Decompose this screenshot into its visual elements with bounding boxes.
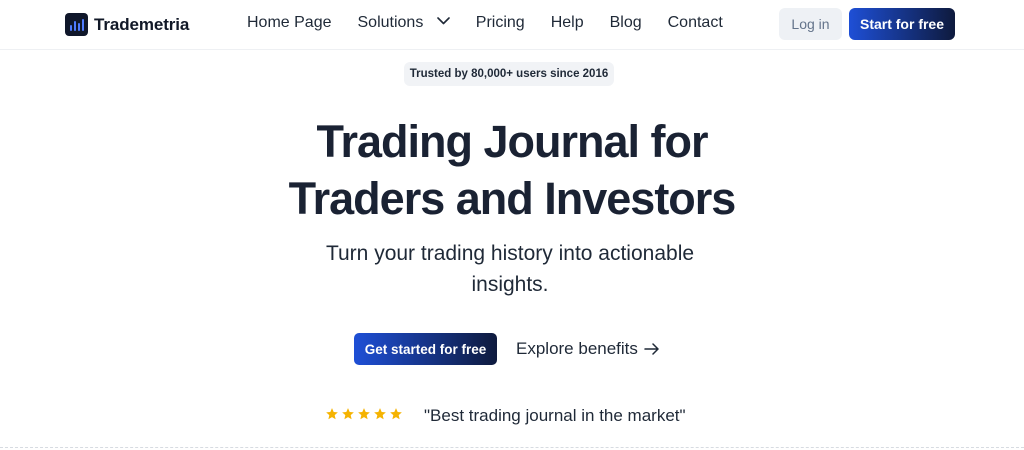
star-icon <box>326 408 338 420</box>
start-for-free-button[interactable]: Start for free <box>849 8 955 40</box>
hero-subheadline: Turn your trading history into actionabl… <box>325 242 695 296</box>
chevron-down-icon <box>436 17 450 25</box>
headline-line-2: Traders and Investors <box>288 173 737 224</box>
star-icon <box>342 408 354 420</box>
logo-text: Trademetria <box>94 14 190 34</box>
logo[interactable]: Trademetria <box>65 13 189 36</box>
testimonial-quote: "Best trading journal in the market" <box>424 406 686 425</box>
page: Trademetria Home Page Solutions Pricing … <box>0 0 1024 450</box>
trust-badge: Trusted by 80,000+ users since 2016 <box>404 62 614 86</box>
section-divider <box>0 447 1024 448</box>
login-button[interactable]: Log in <box>779 8 842 40</box>
nav-pricing[interactable]: Pricing <box>476 14 525 32</box>
nav-help[interactable]: Help <box>551 14 584 32</box>
explore-benefits-label: Explore benefits <box>516 339 638 358</box>
site-header: Trademetria Home Page Solutions Pricing … <box>0 0 1024 50</box>
headline-line-1: Trading Journal for <box>316 116 708 167</box>
nav-solutions-label: Solutions <box>357 14 424 31</box>
rating-stars <box>325 407 403 421</box>
star-icon <box>390 408 402 420</box>
get-started-button[interactable]: Get started for free <box>354 333 497 365</box>
nav-contact[interactable]: Contact <box>668 14 723 32</box>
hero-headline: Trading Journal for Traders and Investor… <box>0 113 1024 227</box>
main-nav: Home Page Solutions Pricing Help Blog Co… <box>247 14 723 32</box>
logo-chart-icon <box>65 13 88 36</box>
nav-home[interactable]: Home Page <box>247 14 332 32</box>
star-icon <box>358 408 370 420</box>
explore-benefits-link[interactable]: Explore benefits <box>516 339 660 359</box>
arrow-right-icon <box>644 343 659 355</box>
nav-blog[interactable]: Blog <box>610 14 642 32</box>
star-icon <box>374 408 386 420</box>
nav-solutions[interactable]: Solutions <box>358 14 450 32</box>
